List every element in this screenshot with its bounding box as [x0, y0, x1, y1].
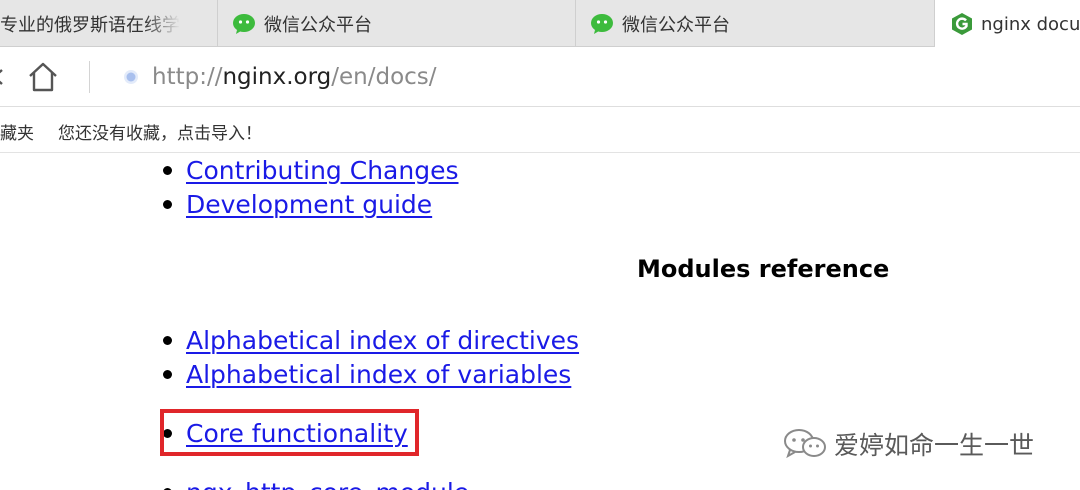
highlight-box — [160, 409, 419, 456]
bookmarks-import-hint[interactable]: 您还没有收藏，点击导入！ — [58, 119, 262, 144]
home-icon[interactable] — [26, 61, 60, 93]
tab-label: 专业的俄罗斯语在线学 — [0, 14, 180, 36]
link-contributing-changes[interactable]: Contributing Changes — [186, 156, 459, 185]
bullet — [163, 165, 172, 175]
tab-label: nginx docu — [981, 13, 1080, 35]
back-icon[interactable] — [0, 68, 4, 86]
watermark: 爱婷如命一生一世 — [782, 424, 1034, 464]
bullet — [163, 335, 172, 345]
list-item: Contributing Changes — [160, 153, 459, 187]
wechat-icon — [233, 13, 255, 34]
tab-label: 微信公众平台 — [622, 14, 730, 36]
tab-wechat-1[interactable]: 微信公众平台 — [218, 0, 576, 47]
wechat-watermark-icon — [784, 429, 826, 459]
tab-label: 微信公众平台 — [264, 14, 372, 36]
link-ngx-http-core-module[interactable]: ngx_http_core_module — [186, 478, 469, 490]
toolbar-divider — [89, 61, 90, 93]
tab-wechat-2[interactable]: 微信公众平台 — [576, 0, 934, 47]
tab-russian-site[interactable]: 专业的俄罗斯语在线学 — [0, 0, 218, 47]
url-path: /en/docs/ — [331, 64, 437, 90]
url-host: nginx.org — [222, 64, 332, 90]
list-item: Alphabetical index of directives — [160, 323, 579, 357]
link-development-guide[interactable]: Development guide — [186, 190, 432, 219]
url-field[interactable]: http://nginx.org/en/docs/ — [152, 61, 437, 93]
bookmarks-bar: 藏夹 您还没有收藏，点击导入！ — [0, 107, 1080, 153]
bookmarks-folder[interactable]: 藏夹 — [0, 119, 34, 144]
tab-nginx-docs[interactable]: nginx docu — [934, 0, 1080, 48]
address-bar: http://nginx.org/en/docs/ — [0, 47, 1080, 107]
nginx-icon — [952, 13, 972, 35]
list-item: ngx_http_core_module — [160, 475, 469, 490]
wechat-icon — [591, 13, 613, 34]
url-scheme: http:// — [152, 64, 223, 90]
bullet — [163, 369, 172, 379]
link-index-variables[interactable]: Alphabetical index of variables — [186, 360, 571, 389]
watermark-text: 爱婷如命一生一世 — [834, 431, 1035, 460]
link-index-directives[interactable]: Alphabetical index of directives — [186, 326, 579, 355]
site-info-icon[interactable] — [123, 69, 139, 85]
bullet — [163, 199, 172, 209]
tab-bar: 专业的俄罗斯语在线学 微信公众平台 微信公众平台 nginx docu — [0, 0, 1080, 48]
list-item: Alphabetical index of variables — [160, 357, 571, 391]
page-content: Contributing Changes Development guide M… — [0, 153, 1080, 490]
section-title: Modules reference — [637, 255, 890, 283]
list-item: Development guide — [160, 187, 432, 221]
